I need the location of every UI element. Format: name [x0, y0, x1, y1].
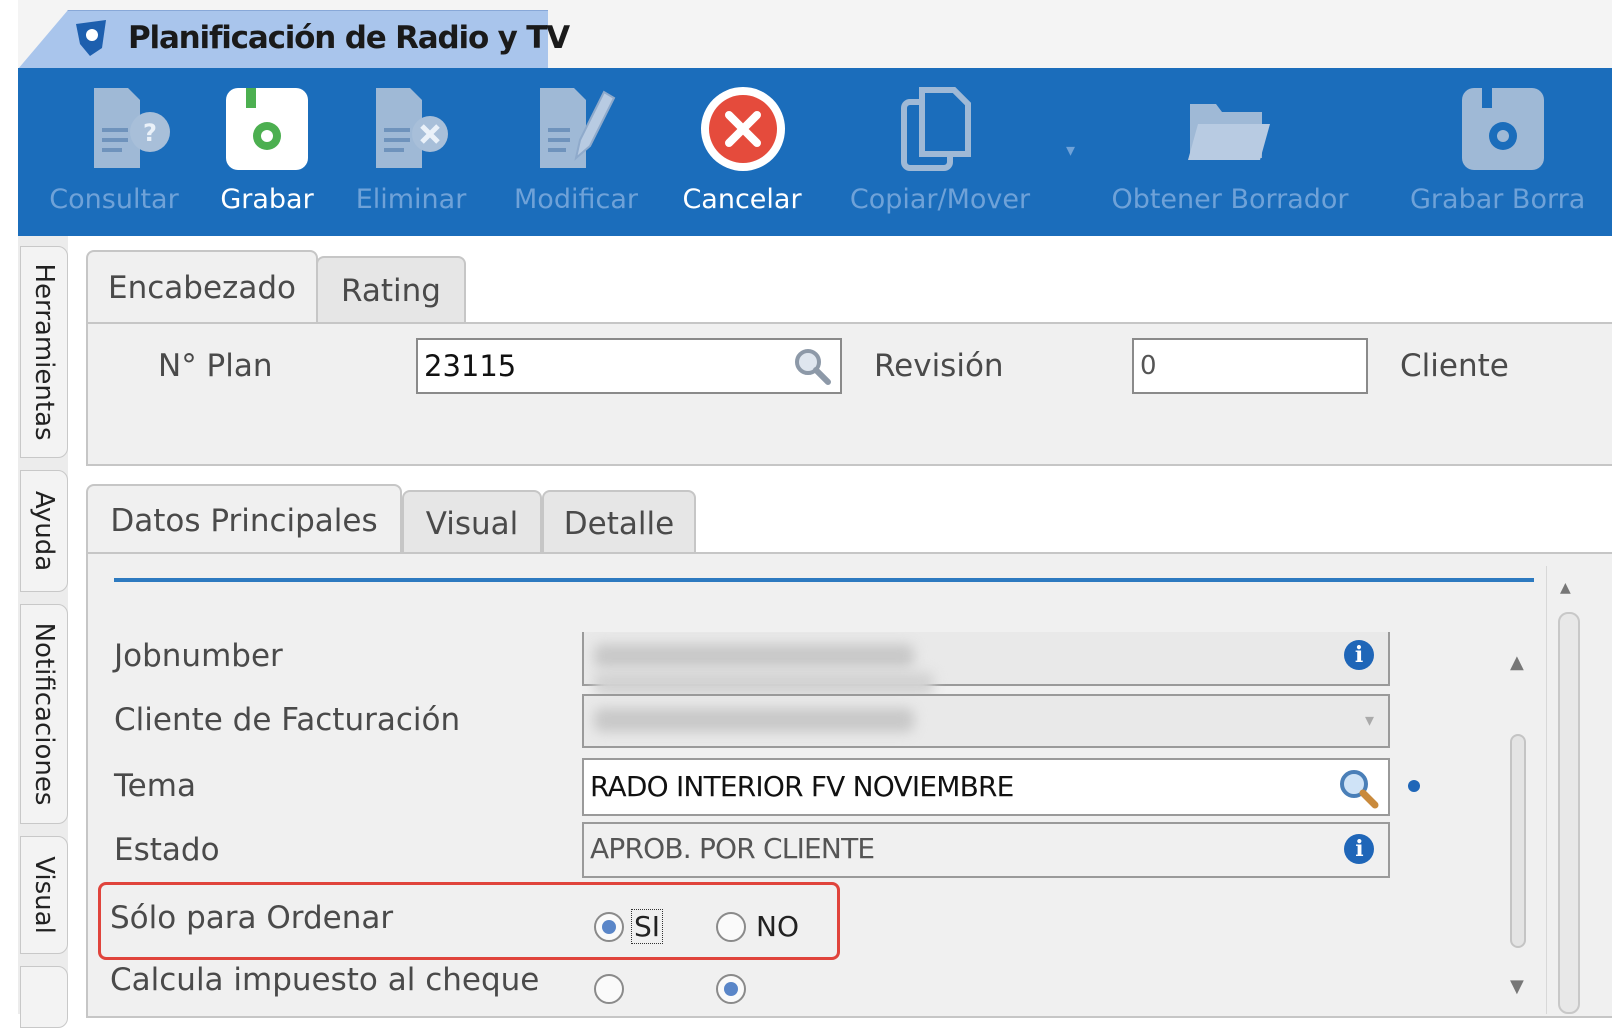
copiar-mover-label: Copiar/Mover	[849, 184, 1031, 215]
grabar-borrador-label: Grabar Borra	[1410, 184, 1586, 215]
tab-encabezado[interactable]: Encabezado	[86, 250, 318, 324]
revision-input[interactable]: 0	[1132, 338, 1368, 394]
redacted-text	[594, 708, 914, 732]
document-delete-icon	[376, 88, 448, 168]
jobnumber-label: Jobnumber	[114, 638, 283, 674]
panel-scroll-up-arrow-icon[interactable]: ▲	[1560, 580, 1571, 596]
calcula-impuesto-label: Calcula impuesto al cheque	[110, 962, 540, 998]
redacted-text	[594, 644, 914, 668]
side-tab-label: Herramientas	[29, 263, 59, 441]
document-query-icon: ?	[94, 88, 170, 168]
consultar-label: Consultar	[49, 184, 179, 215]
plan-number-value: 23115	[424, 349, 517, 383]
modificar-button[interactable]: Modificar	[502, 68, 650, 236]
header-panel	[86, 322, 1612, 466]
tema-value: RADO INTERIOR FV NOVIEMBRE	[590, 770, 1014, 803]
copiar-mover-button[interactable]: Copiar/Mover	[838, 68, 1042, 236]
toolbar: ? Consultar Grabar Eliminar Modificar Ca…	[18, 68, 1612, 239]
cliente-facturacion-select[interactable]: ▾	[582, 694, 1390, 748]
side-tab-label: Visual	[29, 856, 59, 934]
document-edit-icon	[540, 88, 616, 168]
plan-number-input[interactable]: 23115	[416, 338, 842, 394]
side-tab-label: Ayuda	[29, 490, 59, 572]
tab-detalle[interactable]: Detalle	[542, 490, 696, 556]
solo-ordenar-no-radio[interactable]	[716, 912, 746, 942]
folder-open-icon	[1188, 104, 1270, 160]
tab-visual[interactable]: Visual	[402, 490, 542, 556]
calcula-impuesto-no-radio[interactable]	[716, 974, 746, 1004]
tema-input[interactable]: RADO INTERIOR FV NOVIEMBRE	[582, 758, 1390, 816]
tema-label: Tema	[114, 768, 196, 804]
solo-ordenar-label: Sólo para Ordenar	[110, 900, 394, 936]
tab-datos-principales[interactable]: Datos Principales	[86, 484, 402, 556]
eliminar-button[interactable]: Eliminar	[346, 68, 476, 236]
side-tab-notificaciones[interactable]: Notificaciones	[20, 604, 68, 824]
estado-field: APROB. POR CLIENTE i	[582, 822, 1390, 878]
calcula-impuesto-si-radio[interactable]	[594, 974, 624, 1004]
side-tab-herramientas[interactable]: Herramientas	[20, 246, 68, 458]
required-indicator-dot	[1408, 780, 1420, 792]
form-scrollbar-thumb[interactable]	[1510, 734, 1526, 948]
cancelar-button[interactable]: Cancelar	[674, 68, 810, 236]
info-icon[interactable]: i	[1344, 834, 1374, 864]
cancel-icon	[701, 87, 785, 171]
modificar-label: Modificar	[514, 184, 638, 215]
solo-ordenar-si-radio[interactable]	[594, 912, 624, 942]
obtener-borrador-label: Obtener Borrador	[1111, 184, 1349, 215]
grabar-borrador-button[interactable]: Grabar Borra	[1390, 68, 1612, 236]
dropdown-arrow-icon[interactable]: ▾	[1066, 140, 1075, 161]
consultar-button[interactable]: ? Consultar	[40, 68, 188, 236]
redacted-text	[594, 672, 934, 696]
chevron-down-icon[interactable]: ▾	[1365, 696, 1374, 746]
revision-label: Revisión	[874, 348, 1004, 384]
plan-label: N° Plan	[158, 348, 273, 384]
scroll-up-arrow-icon[interactable]: ▲	[1510, 652, 1524, 673]
save-icon	[226, 88, 308, 170]
side-tab-visual[interactable]: Visual	[20, 836, 68, 954]
info-icon[interactable]: i	[1344, 640, 1374, 670]
estado-label: Estado	[114, 832, 220, 868]
solo-ordenar-no-label[interactable]: NO	[756, 910, 799, 943]
side-tab-ayuda[interactable]: Ayuda	[20, 470, 68, 592]
obtener-borrador-button[interactable]: Obtener Borrador	[1104, 68, 1356, 236]
window-title: Planificación de Radio y TV	[128, 20, 570, 56]
eliminar-label: Eliminar	[355, 184, 467, 215]
side-tab-label: Notificaciones	[29, 622, 59, 806]
jobnumber-field[interactable]: i	[582, 632, 1390, 696]
search-icon[interactable]	[792, 346, 832, 386]
panel-scrollbar-thumb[interactable]	[1558, 612, 1580, 1014]
solo-ordenar-si-label[interactable]: SI	[630, 909, 664, 944]
tab-rating[interactable]: Rating	[316, 256, 466, 324]
section-divider	[114, 578, 1534, 582]
save-draft-icon	[1462, 88, 1544, 170]
grabar-button[interactable]: Grabar	[208, 68, 326, 236]
copy-icon	[901, 87, 971, 171]
cliente-facturacion-label: Cliente de Facturación	[114, 702, 461, 738]
svg-text:?: ?	[143, 119, 157, 147]
cliente-label: Cliente	[1400, 348, 1509, 384]
app-logo-icon	[72, 18, 112, 62]
search-icon[interactable]	[1336, 766, 1380, 810]
grabar-label: Grabar	[220, 184, 314, 215]
cancelar-label: Cancelar	[682, 184, 802, 215]
side-tab-more[interactable]	[20, 966, 68, 1028]
estado-value: APROB. POR CLIENTE	[590, 832, 875, 865]
scroll-down-arrow-icon[interactable]: ▼	[1510, 976, 1524, 997]
